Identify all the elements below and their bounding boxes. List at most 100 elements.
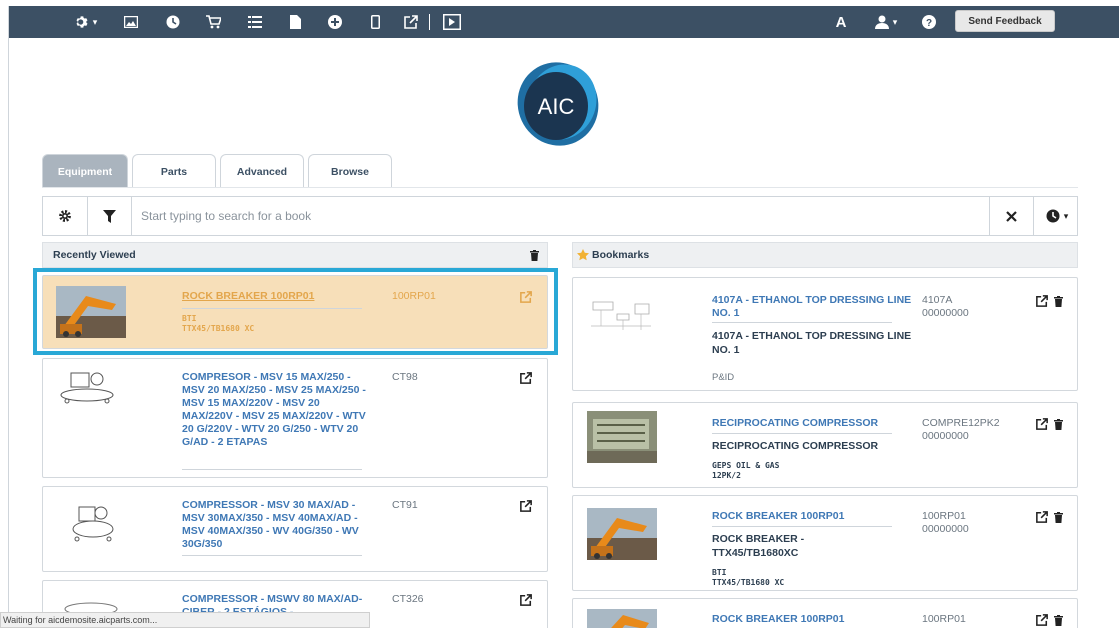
trash-icon[interactable] [530,250,539,261]
clock-icon [166,15,180,29]
document-button[interactable] [285,12,305,32]
user-icon [874,15,889,29]
delete-bookmark-button[interactable] [1051,294,1065,308]
list-icon [248,16,262,28]
external-link-icon [520,372,532,384]
image-button[interactable] [121,12,141,32]
tab-parts[interactable]: Parts [132,154,216,188]
trash-icon [1053,614,1063,626]
item-title[interactable]: COMPRESSOR - MSV 30 MAX/AD - MSV 30MAX/3… [182,499,372,551]
mobile-button[interactable] [365,12,385,32]
settings-menu[interactable]: ▾ [69,12,103,32]
bookmark-type: P&ID [712,372,735,383]
star-icon [577,249,589,261]
gear-icon [59,210,71,222]
aic-logo: AIC [504,58,609,150]
bookmark-item[interactable]: ROCK BREAKER 100RP01 100RP01 00000400 [572,598,1078,628]
recent-item[interactable]: COMPRESOR - MSV 15 MAX/250 - MSV 20 MAX/… [42,358,548,478]
open-bookmark-button[interactable] [1035,510,1049,524]
bookmark-item[interactable]: 4107A - ETHANOL TOP DRESSING LINE NO. 1 … [572,277,1078,391]
bookmark-title[interactable]: 4107A - ETHANOL TOP DRESSING LINE NO. 1 [712,294,912,320]
open-bookmark-button[interactable] [1035,613,1049,627]
bookmark-code-2: 00000000 [922,430,969,442]
bookmark-code: 4107A [922,294,953,306]
add-button[interactable] [325,12,345,32]
item-code: CT326 [392,593,424,605]
trash-icon [1053,511,1063,523]
divider [712,526,892,527]
bookmark-subtitle: ROCK BREAKER - TTX45/TB1680XC [712,533,805,559]
svg-text:?: ? [926,18,932,29]
bookmark-title[interactable]: RECIPROCATING COMPRESSOR [712,417,912,430]
search-divider [989,197,990,235]
play-icon [443,14,461,30]
open-item-button[interactable] [519,499,533,513]
search-history-button[interactable]: ▾ [1037,197,1077,235]
open-item-button[interactable] [519,593,533,607]
filter-button[interactable] [91,197,127,235]
external-link-icon [1036,418,1048,430]
bookmark-item[interactable]: ROCK BREAKER 100RP01 ROCK BREAKER - TTX4… [572,495,1078,591]
open-bookmark-button[interactable] [1035,417,1049,431]
bookmark-model: TTX45/TB1680 XC [712,578,785,587]
tab-equipment[interactable]: Equipment [42,154,128,188]
compressor-thumbnail [587,411,657,463]
divider [712,322,892,323]
search-bar: ▾ [42,196,1078,236]
bookmark-code-2: 00000000 [922,523,969,535]
pid-thumbnail [587,292,657,342]
selection-highlight [33,268,558,355]
external-link-icon [404,15,418,29]
item-title[interactable]: COMPRESOR - MSV 15 MAX/250 - MSV 20 MAX/… [182,371,372,449]
browser-status-bar: Waiting for aicdemosite.aicparts.com... [0,612,370,628]
font-size-button[interactable]: A [831,12,851,32]
delete-bookmark-button[interactable] [1051,510,1065,524]
cart-icon [205,15,221,29]
top-toolbar: ▾ A ▾ ? Send Feedback [9,6,1119,38]
recent-item[interactable]: COMPRESSOR - MSV 30 MAX/AD - MSV 30MAX/3… [42,486,548,572]
search-settings-button[interactable] [47,197,83,235]
cart-button[interactable] [203,12,223,32]
file-icon [289,15,301,29]
equipment-thumbnail [587,609,657,628]
plus-circle-icon [328,15,342,29]
mobile-icon [370,15,380,29]
bookmarks-title: Bookmarks [592,249,650,261]
bookmark-code: COMPRE12PK2 [922,417,1000,429]
clock-icon [1046,209,1060,223]
tab-underline [42,187,1078,188]
bookmark-manufacturer: GEPS OIL & GAS [712,461,780,470]
clear-search-button[interactable] [993,197,1029,235]
tab-advanced[interactable]: Advanced [220,154,304,188]
help-icon: ? [922,15,936,29]
image-icon [124,16,138,28]
external-link-icon [1036,511,1048,523]
open-external-button[interactable] [401,12,421,32]
close-icon [1005,210,1017,222]
tab-browse[interactable]: Browse [308,154,392,188]
search-input[interactable] [141,206,981,226]
delete-bookmark-button[interactable] [1051,417,1065,431]
bookmark-code: 100RP01 [922,613,966,625]
logo-text: AIC [538,94,575,119]
list-button[interactable] [245,12,265,32]
history-button[interactable] [163,12,183,32]
open-item-button[interactable] [519,371,533,385]
gear-icon [76,16,88,28]
filter-icon [102,209,116,223]
bookmark-title[interactable]: ROCK BREAKER 100RP01 [712,510,912,523]
search-divider [1033,197,1034,235]
user-menu[interactable]: ▾ [869,12,903,32]
item-code: CT98 [392,371,418,383]
open-bookmark-button[interactable] [1035,294,1049,308]
bookmark-title[interactable]: ROCK BREAKER 100RP01 [712,613,912,626]
help-button[interactable]: ? [919,12,939,32]
bookmark-item[interactable]: RECIPROCATING COMPRESSOR RECIPROCATING C… [572,402,1078,488]
send-feedback-button[interactable]: Send Feedback [955,10,1055,32]
bookmark-code-2: 00000000 [922,307,969,319]
bookmark-model: 12PK/2 [712,471,741,480]
item-code: CT91 [392,499,418,511]
divider [182,469,362,470]
video-button[interactable] [441,12,463,32]
delete-bookmark-button[interactable] [1051,613,1065,627]
